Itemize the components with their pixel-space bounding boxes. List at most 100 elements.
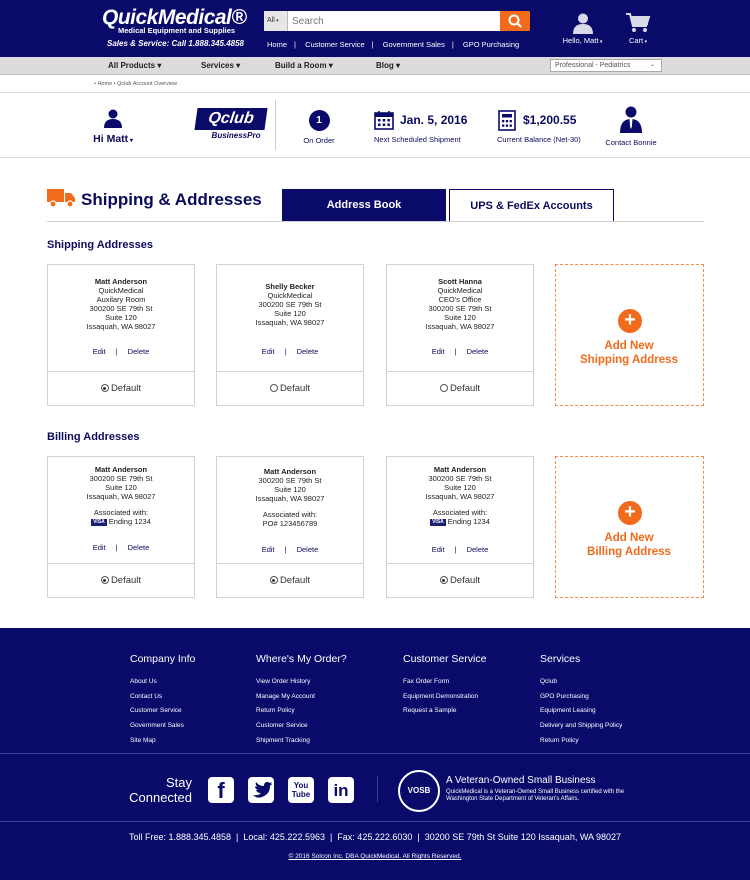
copyright[interactable]: © 2016 Solcon Inc. DBA QuickMedical. All… [0,853,750,860]
address-line: Issaquah, WA 98027 [425,322,495,331]
sales-phone: Sales & Service: Call 1.888.345.4858 [107,39,244,48]
default-radio[interactable]: Default [387,371,533,405]
associated-label: Associated with: [93,508,149,517]
address-line: 300200 SE 79th St [258,300,322,309]
contact-rep-widget[interactable]: Contact Bonnie [600,105,662,147]
address-line: 300200 SE 79th St [89,304,153,313]
footer-link[interactable]: Return Policy [540,734,622,749]
footer-contact-line: Toll Free: 1.888.345.4858 | Local: 425.2… [128,832,622,842]
nav-customer-service[interactable]: Customer Service [305,40,365,49]
breadcrumb[interactable]: • Home • Qclub Account Overview [94,81,177,87]
billing-addresses-heading: Billing Addresses [47,431,140,443]
twitter-icon[interactable] [248,777,274,803]
address-line: Issaquah, WA 98027 [255,318,325,327]
edit-link[interactable]: Edit [432,347,445,356]
menu-all-products[interactable]: All Products ▾ [108,61,161,70]
delete-link[interactable]: Delete [128,347,150,356]
nav-home[interactable]: Home [267,40,287,49]
linkedin-icon[interactable]: in [328,777,354,803]
facebook-icon[interactable]: f [208,777,234,803]
tab-address-book[interactable]: Address Book [282,189,446,221]
default-radio[interactable]: Default [217,563,363,597]
address-name: Shelly Becker [265,282,315,291]
menu-blog[interactable]: Blog ▾ [376,61,400,70]
delete-link[interactable]: Delete [297,347,319,356]
footer-link[interactable]: Equipment Leasing [540,704,622,719]
user-greeting-menu[interactable]: Hi Matt ▾ [88,108,138,145]
next-shipment-label: Next Scheduled Shipment [374,135,461,144]
cart-icon [626,13,651,32]
radio-selected-icon [269,576,278,584]
tab-ups-fedex-accounts[interactable]: UPS & FedEx Accounts [449,189,614,221]
youtube-icon[interactable]: You Tube [288,777,314,803]
address-line: Issaquah, WA 98027 [86,492,156,501]
cart-menu[interactable]: Cart ▾ [620,12,656,45]
delete-link[interactable]: Delete [467,347,489,356]
footer-link[interactable]: Qclub [540,675,622,690]
footer-divider [0,753,750,754]
footer-column-title: Customer Service [403,653,487,665]
search-category-select[interactable]: All ▾ [264,11,288,31]
menu-services[interactable]: Services ▾ [201,61,240,70]
footer-column-company-info: Company Info About Us Contact Us Custome… [130,653,195,749]
footer-link[interactable]: Request a Sample [403,704,486,719]
footer-link[interactable]: Shipment Tracking [256,734,347,749]
default-radio[interactable]: Default [48,563,194,597]
address-name: Matt Anderson [94,277,148,286]
site-header: QuickMedical® Medical Equipment and Supp… [0,0,750,57]
account-rep-icon [620,106,642,133]
footer-link[interactable]: Equipment Demonstration [403,690,486,705]
footer-link[interactable]: Contact Us [130,690,195,705]
edit-link[interactable]: Edit [262,545,275,554]
address-line: Suite 120 [444,483,476,492]
default-radio[interactable]: Default [48,371,194,405]
search-input[interactable] [290,11,498,31]
account-menu[interactable]: Hello, Matt ▾ [550,12,615,45]
calendar-icon [374,111,394,130]
add-shipping-address-button[interactable]: + Add New Shipping Address [555,264,704,406]
delete-link[interactable]: Delete [467,545,489,554]
footer-link[interactable]: Return Policy [256,704,347,719]
edit-link[interactable]: Edit [432,545,445,554]
default-radio[interactable]: Default [387,563,533,597]
footer-link[interactable]: GPO Purchasing [540,690,622,705]
footer-link[interactable]: Delivery and Shipping Policy [540,719,622,734]
tab-underline [47,221,704,222]
footer-link[interactable]: Government Sales [130,719,195,734]
qclub-logo[interactable]: Qclub [194,108,268,130]
delete-link[interactable]: Delete [297,545,319,554]
default-radio[interactable]: Default [217,371,363,405]
footer-link[interactable]: Fax Order Form [403,675,486,690]
address-line: Issaquah, WA 98027 [86,322,156,331]
footer-link[interactable]: Customer Service [130,704,195,719]
edit-link[interactable]: Edit [262,347,275,356]
edit-link[interactable]: Edit [93,347,106,356]
add-billing-address-button[interactable]: + Add New Billing Address [555,456,704,598]
billing-address-card: Matt Anderson 300200 SE 79th St Suite 12… [386,456,534,598]
radio-selected-icon [100,384,109,392]
address-name: Scott Hanna [438,277,482,286]
menu-build-a-room[interactable]: Build a Room ▾ [275,61,333,70]
footer-column-title: Services [540,653,581,665]
on-order-widget[interactable]: 1 On Order [296,110,342,145]
footer-link[interactable]: About Us [130,675,195,690]
card-actions: Edit | Delete [92,347,150,356]
footer-link[interactable]: Customer Service [256,719,347,734]
footer-link[interactable]: Manage My Account [256,690,347,705]
address-name: Matt Anderson [263,467,317,476]
delete-link[interactable]: Delete [128,543,150,552]
address-line: Suite 120 [105,483,137,492]
nav-government-sales[interactable]: Government Sales [383,40,445,49]
footer-link[interactable]: Site Map [130,734,195,749]
profession-select[interactable]: Professional - Pediatrics ⌄ [550,59,662,72]
plus-icon: + [618,309,642,333]
on-order-count: 1 [308,110,330,131]
address-line: Suite 120 [444,313,476,322]
search-button[interactable] [500,11,530,31]
nav-gpo-purchasing[interactable]: GPO Purchasing [463,40,519,49]
billing-address-card: Matt Anderson 300200 SE 79th St Suite 12… [216,456,364,598]
edit-link[interactable]: Edit [93,543,106,552]
calculator-icon [498,110,516,131]
footer-column-customer-service: Customer Service Fax Order Form Equipmen… [403,653,486,719]
footer-link[interactable]: View Order History [256,675,347,690]
